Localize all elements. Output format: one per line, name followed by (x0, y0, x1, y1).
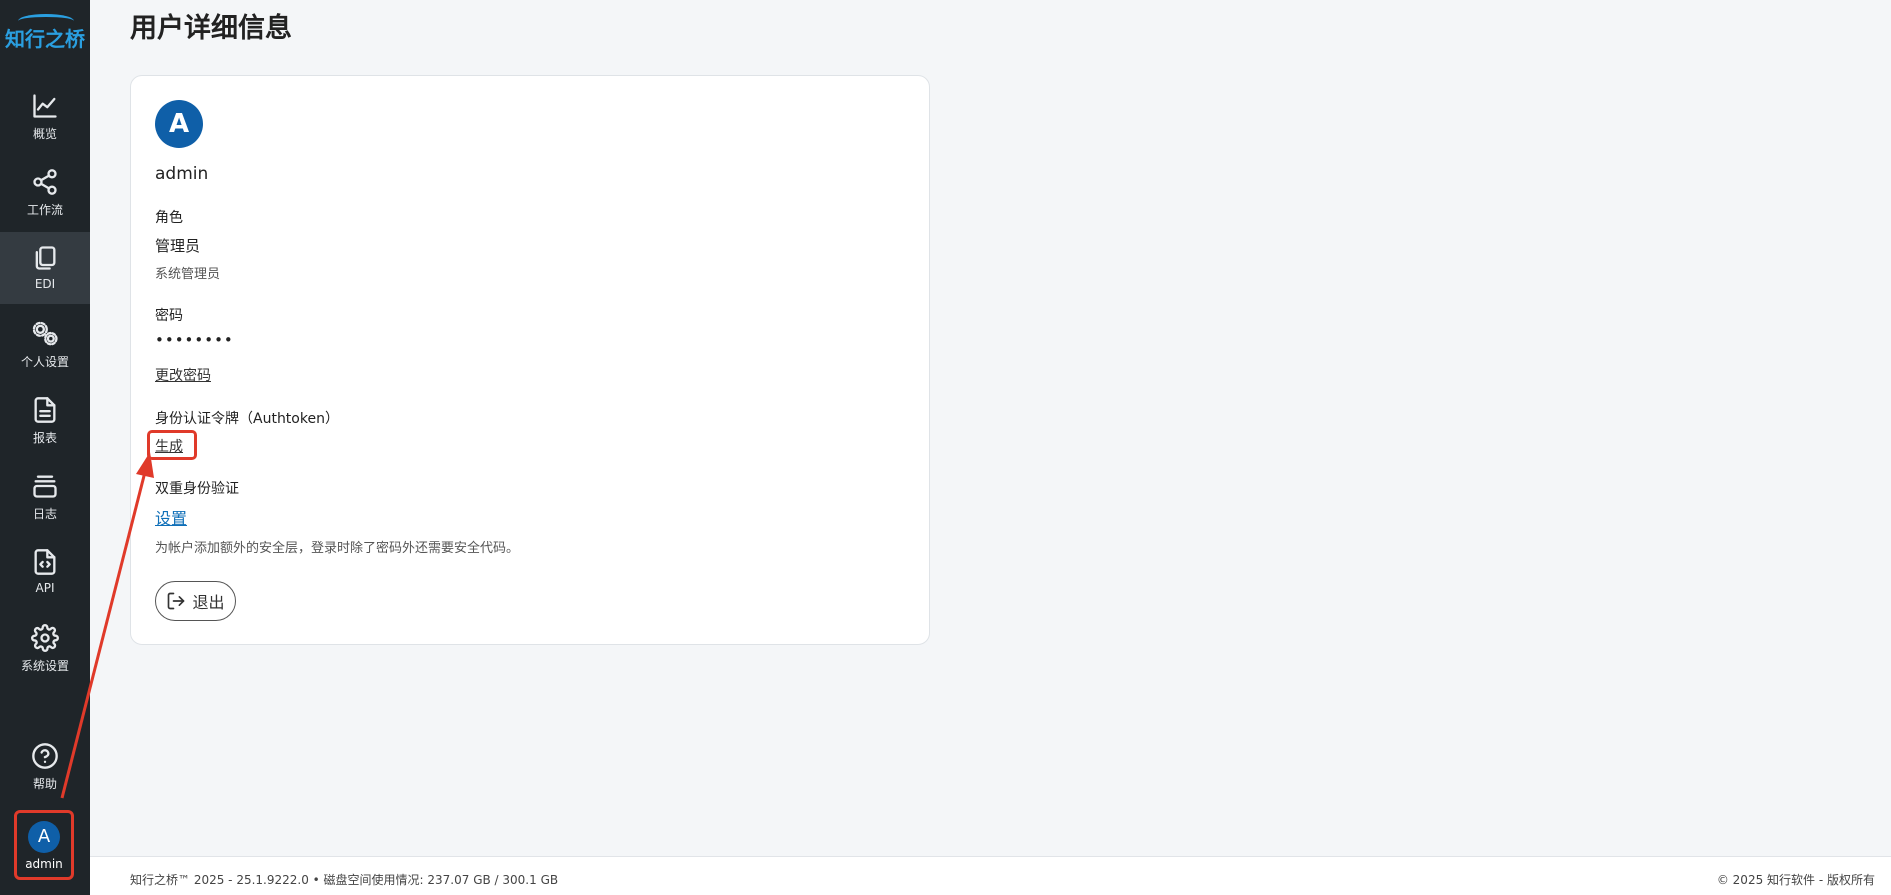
sidebar-item-api[interactable]: API (0, 536, 90, 608)
sidebar-item-label: 系统设置 (20, 659, 69, 673)
sidebar-item-label: 概览 (32, 127, 57, 141)
sidebar-item-label: API (35, 581, 55, 595)
change-password-link[interactable]: 更改密码 (155, 365, 211, 385)
sidebar-item-personal-settings[interactable]: 个人设置 (0, 308, 90, 380)
share-nodes-icon (33, 169, 57, 195)
sidebar-item-label: 帮助 (32, 777, 57, 791)
twofa-description: 为帐户添加额外的安全层，登录时除了密码外还需要安全代码。 (155, 541, 520, 556)
logout-label: 退出 (192, 593, 225, 612)
password-label: 密码 (155, 308, 183, 324)
sidebar-item-logs[interactable]: 日志 (0, 460, 90, 532)
sidebar-item-system-settings[interactable]: 系统设置 (0, 612, 90, 684)
app-logo[interactable]: 知行之桥 (0, 10, 90, 51)
generate-token-link[interactable]: 生成 (155, 436, 183, 456)
footer: 知行之桥™ 2025 - 25.1.9222.0 • 磁盘空间使用情况: 237… (90, 856, 1891, 895)
sidebar-item-workflow[interactable]: 工作流 (0, 156, 90, 228)
footer-copyright: © 2025 知行软件 - 版权所有 (1716, 873, 1875, 887)
profile-username: admin (155, 164, 209, 184)
role-label: 角色 (155, 210, 183, 226)
twofa-label: 双重身份验证 (155, 481, 239, 497)
footer-version-info: 知行之桥™ 2025 - 25.1.9222.0 • 磁盘空间使用情况: 237… (130, 873, 559, 887)
twofa-setup-link[interactable]: 设置 (155, 505, 187, 529)
gear-icon (31, 624, 59, 652)
role-value: 管理员 (155, 237, 201, 255)
password-value: •••••••• (155, 331, 234, 349)
sidebar-item-label: 日志 (32, 507, 57, 521)
sidebar: 知行之桥 概览 工作流 EDI 个人设置 报表 日志 API 系统设置 帮助 A… (0, 0, 90, 895)
sidebar-item-label: 报表 (32, 431, 57, 445)
sidebar-user-button[interactable]: A admin (14, 810, 74, 880)
sidebar-item-overview[interactable]: 概览 (0, 80, 90, 152)
sidebar-item-help[interactable]: 帮助 (0, 730, 90, 802)
copy-documents-icon (35, 246, 56, 270)
sidebar-item-reports[interactable]: 报表 (0, 384, 90, 456)
logout-icon (168, 592, 185, 610)
sidebar-item-label: 个人设置 (20, 355, 69, 369)
file-text-icon (34, 397, 56, 423)
layers-icon (33, 475, 57, 498)
authtoken-label: 身份认证令牌（Authtoken） (155, 411, 339, 427)
gears-icon (32, 321, 58, 346)
sidebar-item-edi[interactable]: EDI (0, 232, 90, 304)
sidebar-item-label: 工作流 (26, 203, 63, 217)
avatar: A (28, 821, 60, 853)
role-description: 系统管理员 (155, 267, 221, 282)
sidebar-item-label: EDI (34, 277, 56, 291)
profile-avatar: A (155, 100, 203, 148)
logout-button[interactable]: 退出 (155, 581, 236, 621)
help-circle-icon (32, 743, 58, 769)
line-chart-icon (33, 94, 57, 118)
page-title: 用户详细信息 (130, 13, 292, 44)
user-details-card: A admin 角色 管理员 系统管理员 密码 •••••••• 更改密码 身份… (130, 75, 930, 645)
sidebar-user-name: admin (25, 857, 63, 871)
file-code-icon (34, 549, 56, 575)
